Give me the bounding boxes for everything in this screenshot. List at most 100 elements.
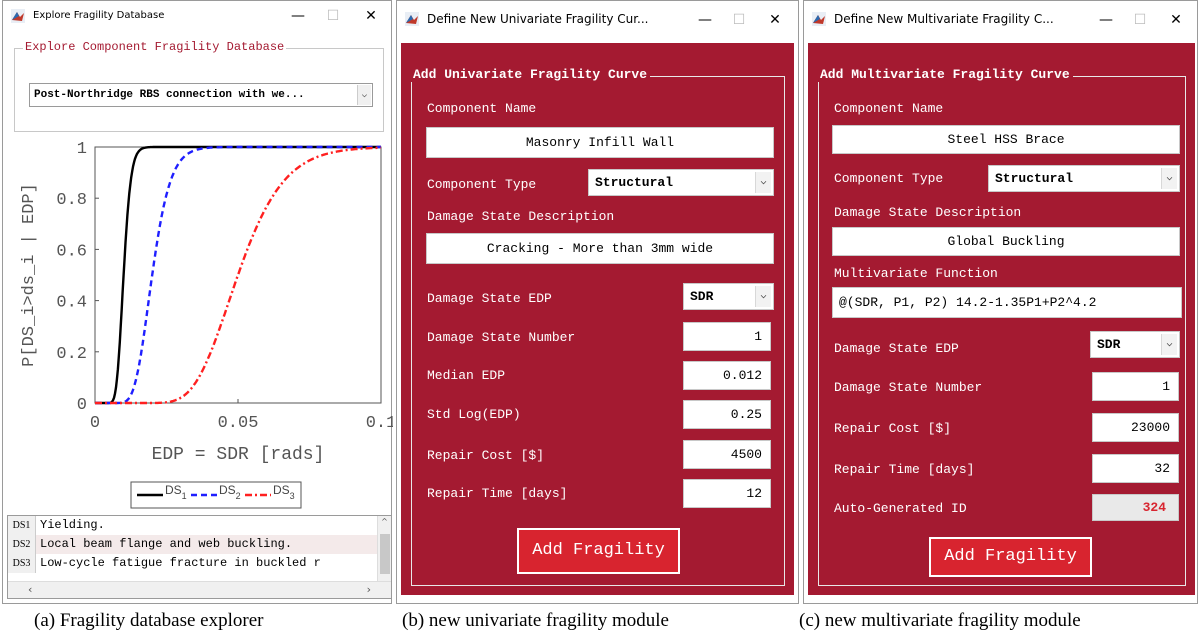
ds-description-field[interactable]: Global Buckling [832,227,1180,256]
ds-description-field[interactable]: Cracking - More than 3mm wide [426,233,774,264]
std-log-label: Std Log(EDP) [427,407,521,422]
chevron-down-icon[interactable]: ⌵ [1161,334,1177,355]
median-edp-label: Median EDP [427,368,506,383]
title-bar[interactable]: Define New Multivariate Fragility C... —… [804,1,1197,37]
scroll-right-icon[interactable]: › [367,583,371,596]
maximize-button[interactable]: ☐ [321,5,345,27]
ds-edp-label: Damage State EDP [834,341,959,356]
multivariate-function-label: Multivariate Function [834,266,998,281]
select-value: Structural [595,175,674,190]
repair-cost-field[interactable]: 4500 [683,440,771,469]
dropdown-value: Post-Northridge RBS connection with we..… [34,89,305,101]
list-item-text: Low-cycle fatigue fracture in buckled r [40,556,321,570]
maximize-button[interactable]: ☐ [1128,9,1152,31]
minimize-button[interactable]: — [286,5,310,27]
univariate-panel: Add Univariate Fragility Curve Component… [401,43,794,595]
minimize-button[interactable]: — [693,9,717,31]
component-type-select[interactable]: Structural ⌵ [988,165,1180,192]
caption-a: (a) Fragility database explorer [34,610,264,631]
chevron-down-icon[interactable]: ⌵ [755,286,771,307]
group-title: Add Multivariate Fragility Curve [817,67,1073,82]
repair-cost-field[interactable]: 23000 [1092,413,1179,442]
component-dropdown[interactable]: Post-Northridge RBS connection with we..… [29,83,373,107]
chevron-down-icon[interactable]: ⌵ [1161,168,1177,189]
plot-frame [94,146,382,404]
group-title: Add Univariate Fragility Curve [410,67,651,82]
matlab-icon [11,9,25,23]
component-type-label: Component Type [427,177,537,192]
component-name-field[interactable]: Steel HSS Brace [832,125,1180,154]
y-tick-label: 0.4 [56,294,87,313]
y-tick-label: 0.8 [56,191,87,210]
multivariate-panel: Add Multivariate Fragility Curve Compone… [808,43,1195,595]
auto-id-value: 324 [1092,494,1179,521]
component-name-label: Component Name [427,101,537,116]
title-bar[interactable]: Define New Univariate Fragility Cur... —… [397,1,798,37]
window-title: Define New Multivariate Fragility C... [834,12,1054,26]
list-item[interactable]: DS1 Yielding. [8,516,378,535]
repair-time-field[interactable]: 12 [683,479,771,508]
ds-number-field[interactable]: 1 [1092,372,1179,401]
horizontal-scrollbar[interactable]: ‹ › [8,581,391,598]
repair-time-label: Repair Time [days] [834,462,975,477]
x-axis-label: EDP = SDR [rads] [152,445,325,465]
y-tick-label: 1 [77,140,87,159]
vertical-scrollbar[interactable]: ^ [377,516,391,582]
y-tick-label: 0.6 [56,242,87,261]
ds-edp-label: Damage State EDP [427,291,552,306]
add-fragility-button[interactable]: Add Fragility [929,537,1092,577]
component-name-label: Component Name [834,101,944,116]
univariate-window: Define New Univariate Fragility Cur... —… [396,0,799,604]
scroll-left-icon[interactable]: ‹ [28,583,32,596]
chevron-down-icon[interactable]: ⌵ [755,172,771,193]
component-name-field[interactable]: Masonry Infill Wall [426,127,774,158]
list-item-id: DS3 [8,554,36,573]
x-tick-label: 0.05 [218,414,259,433]
select-value: SDR [1097,337,1121,352]
ds-number-field[interactable]: 1 [683,322,771,351]
ds-edp-select[interactable]: SDR ⌵ [683,283,774,310]
scroll-up-icon[interactable]: ^ [378,516,391,528]
median-edp-field[interactable]: 0.012 [683,361,771,390]
damage-state-list[interactable]: DS1 Yielding. DS2 Local beam flange and we… [7,515,392,599]
ds-edp-select[interactable]: SDR ⌵ [1090,331,1180,358]
multivariate-function-field[interactable]: @(SDR, P1, P2) 14.2-1.35P1+P2^4.2 [832,287,1182,318]
y-tick-label: 0.2 [56,345,87,364]
add-fragility-button[interactable]: Add Fragility [517,528,680,574]
group-title: Explore Component Fragility Database [23,40,287,54]
fragility-chart: 0 0.2 0.4 0.6 0.8 1 0 0.05 0.1 EDP = SDR [rads] P[… [20,140,393,509]
list-item-text: Local beam flange and web buckling. [40,537,293,551]
ds-description-label: Damage State Description [427,209,615,224]
title-bar[interactable]: Explore Fragility Database — ☐ ✕ [3,1,391,31]
chevron-down-icon[interactable]: ⌵ [357,85,371,105]
close-button[interactable]: ✕ [359,5,383,27]
close-button[interactable]: ✕ [1164,9,1188,31]
maximize-button[interactable]: ☐ [727,9,751,31]
component-type-label: Component Type [834,171,944,186]
close-button[interactable]: ✕ [763,9,787,31]
std-log-field[interactable]: 0.25 [683,400,771,429]
repair-time-label: Repair Time [days] [427,486,568,501]
caption-b: (b) new univariate fragility module [402,610,669,631]
repair-time-field[interactable]: 32 [1092,454,1179,483]
series-line-ds1 [95,145,381,405]
scroll-thumb[interactable] [380,534,390,574]
y-tick-label: 0 [77,396,87,415]
x-tick-label: 0.1 [366,414,393,433]
series-line-ds3 [95,146,381,405]
list-item[interactable]: DS2 Local beam flange and web buckling. [8,535,378,554]
minimize-button[interactable]: — [1094,9,1118,31]
multivariate-window: Define New Multivariate Fragility C... —… [803,0,1198,604]
ds-description-label: Damage State Description [834,205,1022,220]
list-item[interactable]: DS3 Low-cycle fatigue fracture in buckled… [8,554,378,573]
x-tick-label: 0 [90,414,100,433]
window-title: Explore Fragility Database [33,10,165,21]
explore-group: Explore Component Fragility Database Pos… [14,40,384,132]
list-item-text: Yielding. [40,518,105,532]
ds-number-label: Damage State Number [427,330,576,345]
component-type-select[interactable]: Structural ⌵ [588,169,774,196]
list-item-id: DS1 [8,516,36,535]
select-value: Structural [995,171,1074,186]
matlab-icon [812,12,826,26]
fragility-explorer-window: Explore Fragility Database — ☐ ✕ Explore… [2,0,393,604]
